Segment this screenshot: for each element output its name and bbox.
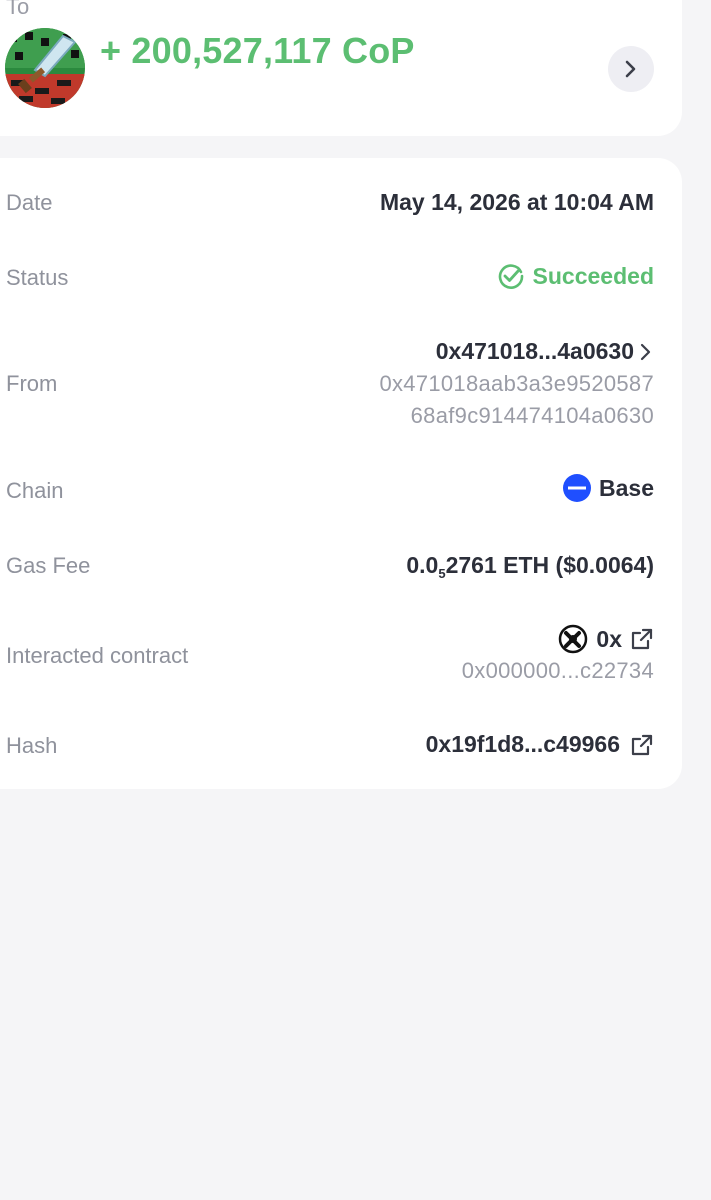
from-address-full-line1: 0x471018aab3a3e9520587 bbox=[379, 371, 654, 396]
gas-fee-suffix: 2761 ETH ($0.0064) bbox=[445, 552, 654, 578]
gas-fee-subscript: 5 bbox=[438, 566, 446, 581]
from-address-short: 0x471018...4a0630 bbox=[435, 338, 634, 364]
hash-label: Hash bbox=[6, 733, 58, 758]
interacted-contract-link[interactable]: 0x bbox=[558, 624, 654, 654]
from-address-full-line2: 68af9c914474104a0630 bbox=[410, 403, 654, 428]
interacted-contract-label: Interacted contract bbox=[6, 643, 189, 668]
status-value-group: Succeeded bbox=[497, 262, 654, 290]
hash-value: 0x19f1d8...c49966 bbox=[425, 731, 620, 757]
transaction-details-card: Date May 14, 2026 at 10:04 AM Status Suc… bbox=[0, 158, 682, 789]
to-label: To bbox=[6, 0, 30, 19]
gas-fee-prefix: 0.0 bbox=[406, 552, 439, 578]
chain-value: Base bbox=[599, 474, 654, 501]
date-label: Date bbox=[6, 190, 53, 215]
chevron-right-icon bbox=[625, 60, 636, 78]
transfer-summary-card: To + 200,527,117 CoP bbox=[0, 0, 682, 136]
gas-fee-value: 0.052761 ETH ($0.0064) bbox=[406, 552, 654, 581]
external-link-icon bbox=[631, 628, 653, 650]
token-avatar bbox=[5, 28, 85, 108]
interacted-contract-name: 0x bbox=[596, 625, 622, 652]
hash-link[interactable]: 0x19f1d8...c49966 bbox=[426, 731, 654, 758]
details-chevron-button[interactable] bbox=[608, 46, 654, 92]
interacted-contract-address: 0x000000...c22734 bbox=[461, 658, 654, 683]
chain-value-group: Base bbox=[563, 474, 654, 502]
status-label: Status bbox=[6, 265, 69, 290]
from-label: From bbox=[6, 371, 58, 396]
chain-label: Chain bbox=[6, 478, 64, 503]
check-circle-icon bbox=[498, 264, 523, 289]
chevron-right-icon bbox=[640, 343, 651, 360]
from-address-link[interactable]: 0x471018...4a0630 bbox=[436, 338, 654, 365]
gas-fee-label: Gas Fee bbox=[6, 553, 91, 578]
0x-protocol-icon bbox=[559, 624, 588, 654]
status-value: Succeeded bbox=[532, 262, 654, 289]
transfer-amount: + 200,527,117 CoP bbox=[100, 30, 415, 71]
external-link-icon bbox=[631, 734, 653, 755]
base-chain-icon bbox=[563, 474, 592, 502]
date-value: May 14, 2026 at 10:04 AM bbox=[379, 189, 654, 215]
